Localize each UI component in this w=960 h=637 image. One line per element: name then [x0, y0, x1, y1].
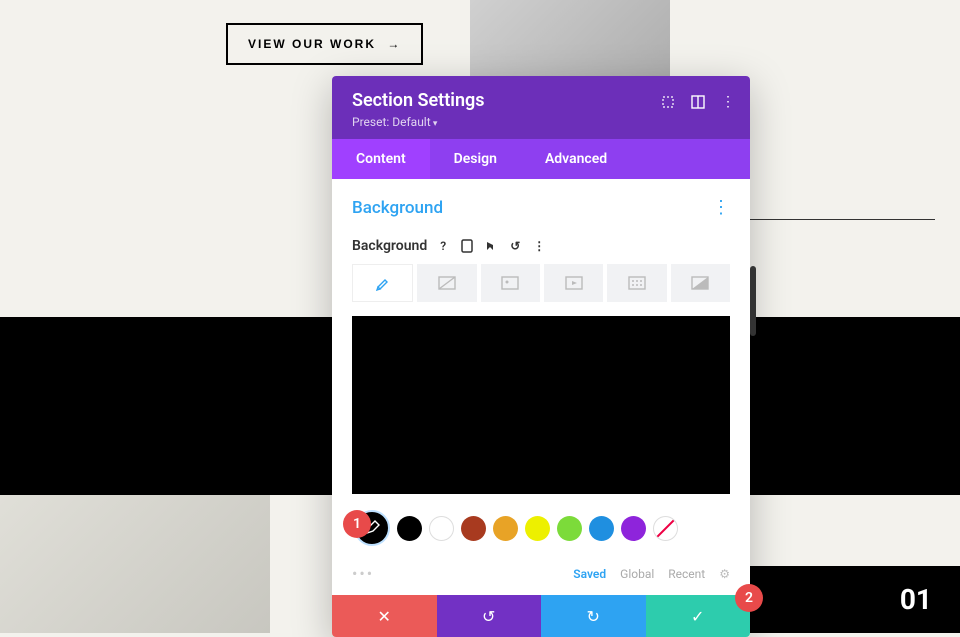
- panel-body: Background ⋮ Background ? ↺ ⋮: [332, 179, 750, 560]
- background-type-tabs: [352, 264, 730, 302]
- field-label: Background: [352, 238, 427, 254]
- view-our-work-button[interactable]: VIEW OUR WORK →: [226, 23, 423, 65]
- gear-icon[interactable]: ⚙: [719, 567, 730, 581]
- swatch-white[interactable]: [429, 516, 454, 541]
- color-swatches-row: [352, 510, 730, 546]
- tab-advanced[interactable]: Advanced: [521, 139, 631, 179]
- swatch-orange[interactable]: [493, 516, 518, 541]
- scrollbar[interactable]: [750, 266, 756, 336]
- swatch-dark-red[interactable]: [461, 516, 486, 541]
- swatch-black[interactable]: [397, 516, 422, 541]
- view-our-work-label: VIEW OUR WORK: [248, 37, 376, 51]
- reset-icon[interactable]: ↺: [507, 238, 523, 254]
- more-icon[interactable]: ⋮: [720, 94, 736, 110]
- bg-type-mask[interactable]: [671, 264, 730, 302]
- swatch-purple[interactable]: [621, 516, 646, 541]
- tab-content[interactable]: Content: [332, 139, 430, 179]
- bg-type-color[interactable]: [352, 264, 413, 302]
- swatch-none[interactable]: [653, 516, 678, 541]
- palette-meta-row: ••• Saved Global Recent ⚙: [332, 560, 750, 595]
- wireframe-icon[interactable]: [690, 94, 706, 110]
- section-settings-panel: Section Settings Preset: Default ⋮ Conte…: [332, 76, 750, 637]
- preset-selector[interactable]: Preset: Default: [352, 115, 730, 129]
- bg-type-video[interactable]: [544, 264, 603, 302]
- swatch-green[interactable]: [557, 516, 582, 541]
- tab-design[interactable]: Design: [430, 139, 521, 179]
- save-button[interactable]: ✓: [646, 595, 751, 637]
- palette-saved[interactable]: Saved: [573, 567, 606, 581]
- color-preview[interactable]: [352, 316, 730, 494]
- action-bar: ✕ ↺ ↻ ✓: [332, 595, 750, 637]
- swatch-blue[interactable]: [589, 516, 614, 541]
- section-options-icon[interactable]: ⋮: [712, 197, 730, 218]
- annotation-1: 1: [343, 510, 371, 538]
- number-card: 01: [735, 566, 960, 633]
- cancel-button[interactable]: ✕: [332, 595, 437, 637]
- bg-type-gradient[interactable]: [417, 264, 476, 302]
- redo-button[interactable]: ↻: [541, 595, 646, 637]
- panel-header: Section Settings Preset: Default ⋮: [332, 76, 750, 139]
- undo-button[interactable]: ↺: [437, 595, 542, 637]
- annotation-2: 2: [735, 584, 763, 612]
- tablet-icon[interactable]: [459, 238, 475, 254]
- palette-global[interactable]: Global: [620, 567, 654, 581]
- field-label-row: Background ? ↺ ⋮: [352, 238, 730, 254]
- bg-type-pattern[interactable]: [607, 264, 666, 302]
- palette-recent[interactable]: Recent: [668, 567, 705, 581]
- field-more-icon[interactable]: ⋮: [531, 238, 547, 254]
- secondary-image: [0, 495, 270, 633]
- swatch-yellow[interactable]: [525, 516, 550, 541]
- help-icon[interactable]: ?: [435, 238, 451, 254]
- number-card-value: 01: [900, 583, 932, 616]
- expand-icon[interactable]: [660, 94, 676, 110]
- panel-tabs: Content Design Advanced: [332, 139, 750, 179]
- section-heading-row: Background ⋮: [352, 197, 730, 218]
- more-swatches-button[interactable]: •••: [352, 564, 374, 583]
- arrow-right-icon: →: [387, 37, 401, 51]
- hover-icon[interactable]: [483, 238, 499, 254]
- bg-type-image[interactable]: [481, 264, 540, 302]
- section-heading: Background: [352, 198, 443, 218]
